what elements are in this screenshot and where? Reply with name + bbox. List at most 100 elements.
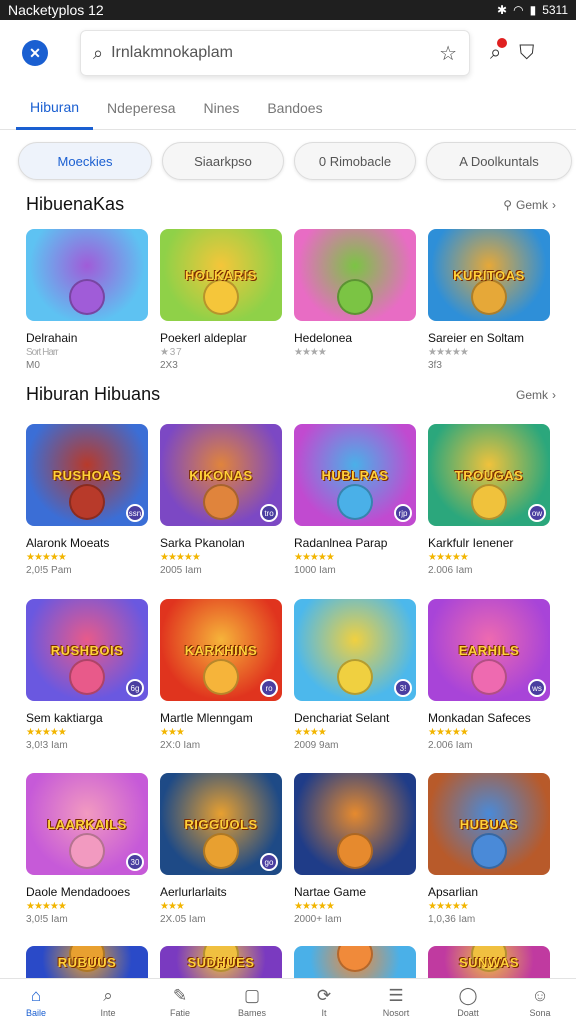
game-rating: ★ 3 7 [160, 347, 182, 358]
game-thumbnail[interactable]: 3! [294, 599, 416, 701]
search-input[interactable]: Irnlakmnokaplam [111, 44, 431, 62]
game-thumbnail[interactable]: EARHILS ws [428, 599, 550, 701]
game-tile[interactable] [294, 946, 416, 978]
status-time: 5311 [542, 3, 568, 17]
game-grid-row-5: RUBUUS SUDHUES SUNWAS [26, 946, 550, 978]
search-bar[interactable]: ⌕ Irnlakmnokaplam ☆ [80, 30, 470, 76]
cart-icon[interactable]: ⛉ [519, 42, 534, 65]
game-tile[interactable]: HUBUAS Apsarlian ★★★★★ 1,0,36 Iam [428, 773, 550, 925]
game-thumbnail[interactable] [294, 773, 416, 875]
game-character-icon [337, 279, 373, 315]
section-title: HibuenaKas [26, 194, 125, 214]
game-thumbnail[interactable]: HUBLRAS rjp [294, 424, 416, 526]
game-tile[interactable]: HOLKARIS Poekerl aldeplar ★ 3 7 2X3 [160, 229, 282, 371]
game-banner-text: TROUGAS [454, 467, 524, 483]
game-rating: ★★★★★ [26, 552, 67, 563]
game-character-icon [337, 833, 373, 869]
chip-rimobacle[interactable]: 0 Rimobacle [294, 142, 416, 180]
game-thumbnail[interactable] [294, 229, 416, 321]
game-tile[interactable]: LAARKAILS 30 Daole Mendadooes ★★★★★ 3,0!5 Ia… [26, 773, 148, 925]
game-tile[interactable]: EARHILS ws Monkadan Safeces ★★★★★ 2.006 Iam [428, 599, 550, 751]
game-tile[interactable]: SUNWAS [428, 946, 550, 978]
game-character-icon [69, 279, 105, 315]
nav-item-nosort[interactable]: ☰ Nosort [366, 979, 426, 1024]
star-icon[interactable]: ☆ [439, 41, 457, 66]
game-thumbnail[interactable]: KARKHINS ro [160, 599, 282, 701]
game-tile[interactable]: RUSHOAS ssn Alaronk Moeats ★★★★★ 2,0!5 Pam [26, 424, 148, 576]
chip-siaarkpso[interactable]: Siaarkpso [162, 142, 284, 180]
game-grid-row-2: RUSHOAS ssn Alaronk Moeats ★★★★★ 2,0!5 Pam KI… [26, 424, 550, 576]
game-thumbnail[interactable]: TROUGAS ow [428, 424, 550, 526]
game-thumbnail[interactable] [26, 229, 148, 321]
pin-icon: ⚲ [503, 197, 512, 212]
game-name: Sarka Pkanolan [160, 536, 245, 550]
tab-nines[interactable]: Nines [190, 86, 254, 130]
nav-item-baile[interactable]: ⌂ Baile [6, 979, 66, 1024]
game-thumbnail[interactable]: SUNWAS [428, 946, 550, 978]
game-tile[interactable]: HUBLRAS rjp Radanlnea Parap ★★★★★ 1000 Iam [294, 424, 416, 576]
nav-item-inte[interactable]: ⌕ Inte [78, 979, 138, 1024]
game-tile[interactable]: SUDHUES [160, 946, 282, 978]
game-character-icon [337, 484, 373, 520]
nav-item-doatt[interactable]: ◯ Doatt [438, 979, 498, 1024]
game-thumbnail[interactable]: RUSHOAS ssn [26, 424, 148, 526]
game-thumbnail[interactable]: RUSHBOIS 6g [26, 599, 148, 701]
app-logo-icon[interactable]: ✕ [22, 40, 48, 66]
tab-bandoes[interactable]: Bandoes [253, 86, 336, 130]
game-banner-text: SUNWAS [458, 954, 520, 970]
game-thumbnail[interactable]: KURITOAS [428, 229, 550, 321]
game-size: 1000 Iam [294, 565, 336, 576]
game-thumbnail[interactable]: RUBUUS [26, 946, 148, 978]
tab-ndeperesa[interactable]: Ndeperesa [93, 86, 190, 130]
game-tile[interactable]: Nartae Game ★★★★★ 2000+ Iam [294, 773, 416, 925]
chip-moeckies[interactable]: Moeckies [18, 142, 152, 180]
game-tile[interactable]: KARKHINS ro Martle Mlenngam ★★★ 2X:0 Iam [160, 599, 282, 751]
game-character-icon [69, 484, 105, 520]
game-rating: ★★★★★ [294, 901, 335, 912]
game-size: 2X.05 Iam [160, 914, 206, 925]
game-size: 3f3 [428, 360, 442, 371]
game-thumbnail[interactable]: HOLKARIS [160, 229, 282, 321]
nav-item-fatie[interactable]: ✎ Fatie [150, 979, 210, 1024]
game-tile[interactable]: TROUGAS ow Karkfulr Ienener ★★★★★ 2.006 Iam [428, 424, 550, 576]
profile-icon: ☺ [531, 985, 549, 1005]
chevron-right-icon: › [552, 197, 556, 212]
game-tile[interactable]: Hedelonea ★★★★ [294, 229, 416, 371]
edit-icon: ✎ [172, 985, 188, 1005]
game-tile[interactable]: KURITOAS Sareier en Soltam ★★★★★ 3f3 [428, 229, 550, 371]
section-header-2: Hiburan Hibuans Gemk › [26, 384, 556, 405]
game-tile[interactable]: RUBUUS [26, 946, 148, 978]
game-tile[interactable]: Delrahain Sort Harr M0 [26, 229, 148, 371]
game-tile[interactable]: 3! Denchariat Selant ★★★★ 2009 9am [294, 599, 416, 751]
notification-search-icon[interactable]: ⌕ [490, 37, 508, 65]
game-thumbnail[interactable]: RIGGUOLS go [160, 773, 282, 875]
game-character-icon [203, 484, 239, 520]
game-rating: ★★★★★ [428, 347, 469, 358]
game-thumbnail[interactable]: SUDHUES [160, 946, 282, 978]
game-tile[interactable]: RUSHBOIS 6g Sem kaktiarga ★★★★★ 3,0!3 Iam [26, 599, 148, 751]
wifi-icon: ◠ [513, 3, 524, 17]
nav-item-it[interactable]: ⟳ It [294, 979, 354, 1024]
section-see-all-link[interactable]: Gemk › [516, 388, 556, 402]
game-rating: ★★★★★ [160, 552, 201, 563]
game-size: 2.006 Iam [428, 740, 473, 751]
tab-hiburan[interactable]: Hiburan [16, 86, 94, 130]
game-thumbnail[interactable] [294, 946, 416, 978]
game-banner-text: LAARKAILS [47, 816, 127, 832]
game-tile[interactable]: KIKONAS tro Sarka Pkanolan ★★★★★ 2005 Iam [160, 424, 282, 576]
nav-item-bames[interactable]: ▢ Bames [222, 979, 282, 1024]
game-tile[interactable]: RIGGUOLS go Aerlurlarlaits ★★★ 2X.05 Iam [160, 773, 282, 925]
game-thumbnail[interactable]: KIKONAS tro [160, 424, 282, 526]
game-name: Alaronk Moeats [26, 536, 110, 550]
search-icon: ⌕ [93, 42, 104, 63]
game-thumbnail[interactable]: LAARKAILS 30 [26, 773, 148, 875]
game-thumbnail[interactable]: HUBUAS [428, 773, 550, 875]
game-badge: 3! [394, 679, 412, 697]
nav-item-sona[interactable]: ☺ Sona [510, 979, 570, 1024]
chip-doolkuntals[interactable]: A Doolkuntals [426, 142, 572, 180]
game-size: 2X:0 Iam [160, 740, 201, 751]
game-name: Daole Mendadooes [26, 885, 131, 899]
nav-item-label: Bames [237, 1007, 266, 1018]
game-badge: tro [260, 504, 278, 522]
section-see-all-link[interactable]: ⚲ Gemk › [503, 198, 556, 212]
